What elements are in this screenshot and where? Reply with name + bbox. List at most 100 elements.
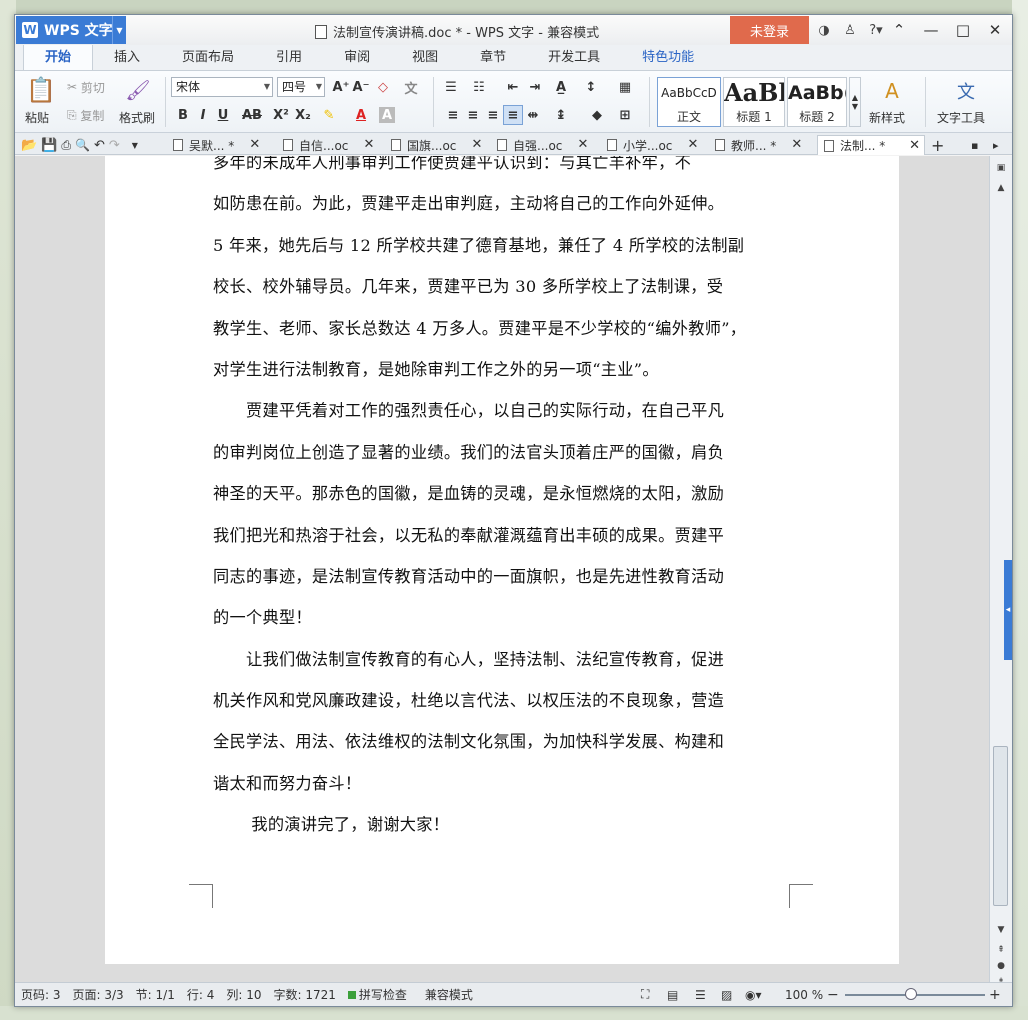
document-line[interactable]: 我们把光和热溶于社会，以无私的奉献灌溉蕴育出丰硕的成果。贾建平 [213, 515, 791, 556]
scroll-down-icon[interactable]: ▼ [990, 922, 1012, 938]
italic-icon[interactable]: I [193, 105, 213, 125]
document-line[interactable]: 机关作风和党风廉政建设，杜绝以言代法、以权压法的不良现象，营造 [213, 680, 791, 721]
increase-indent-icon[interactable]: ⇥ [525, 77, 545, 97]
doc-tab[interactable]: 自信...oc ✕ [283, 135, 374, 155]
zoom-level[interactable]: 100 % [785, 988, 823, 1002]
chinese-layout-icon[interactable]: A̲ [551, 77, 571, 97]
document-line[interactable]: 如防患在前。为此，贾建平走出审判庭，主动将自己的工作向外延伸。 [213, 183, 791, 224]
close-tab-icon[interactable]: ✕ [791, 137, 802, 152]
close-tab-icon[interactable]: ✕ [471, 137, 482, 152]
fullscreen-view-icon[interactable]: ⛶ [641, 987, 649, 1002]
vertical-scrollbar[interactable]: ▣ ▲ ◂ ▼ ⇞ ● ⇟ [989, 156, 1012, 987]
tab-home[interactable]: 开始 [23, 44, 94, 70]
shrink-font-icon[interactable]: A⁻ [351, 77, 371, 97]
justify-icon[interactable]: ≡ [503, 105, 523, 125]
save-icon[interactable]: 💾 [41, 138, 57, 153]
bold-icon[interactable]: B [173, 105, 193, 125]
underline-icon[interactable]: U [213, 105, 233, 125]
doc-tab-active[interactable]: 法制... * ✕ [817, 135, 925, 155]
open-folder-icon[interactable]: 📂 [21, 138, 37, 153]
sort-icon[interactable]: ↕ [581, 77, 601, 97]
shirt-icon[interactable]: ♙ [841, 21, 859, 39]
superscript-icon[interactable]: X² [271, 105, 291, 125]
align-left-icon[interactable]: ≡ [443, 105, 463, 125]
close-tab-icon[interactable]: ✕ [577, 137, 588, 152]
style-heading-1[interactable]: AaBl 标题 1 [723, 77, 785, 127]
document-line[interactable]: 多年的未成年人刑事审判工作使贾建平认识到：与其亡羊补牢，不 [213, 156, 791, 183]
document-page[interactable]: 多年的未成年人刑事审判工作使贾建平认识到：与其亡羊补牢，不 如防患在前。为此，贾建… [105, 156, 899, 964]
status-pages[interactable]: 页面: 3/3 [67, 986, 130, 1003]
format-painter-button[interactable]: 格式刷 [119, 109, 155, 126]
format-painter-icon[interactable]: 🖌 [121, 75, 155, 105]
font-family-select[interactable]: 宋体 ▼ [171, 77, 273, 97]
help-icon[interactable]: ?▾ [867, 21, 885, 39]
doc-tab[interactable]: 自强...oc ✕ [497, 135, 588, 155]
doc-tab[interactable]: 吴默... * ✕ [173, 135, 260, 155]
document-line[interactable]: 5 年来，她先后与 12 所学校共建了德育基地，兼任了 4 所学校的法制副 [213, 225, 791, 266]
app-menu-button[interactable]: W WPS 文字 ▼ [16, 16, 126, 44]
style-normal[interactable]: AaBbCcD 正文 [657, 77, 721, 127]
doc-tab[interactable]: 国旗...oc ✕ [391, 135, 482, 155]
spell-check-toggle[interactable]: 拼写检查 [342, 986, 413, 1003]
page-view-icon[interactable]: ▤ [667, 988, 678, 1002]
document-line[interactable]: 我的演讲完了，谢谢大家！ [213, 804, 791, 845]
tab-chapter[interactable]: 章节 [459, 46, 527, 70]
document-line[interactable]: 的审判岗位上创造了显著的业绩。我们的法官头顶着庄严的国徽，肩负 [213, 432, 791, 473]
maximize-icon[interactable]: □ [950, 19, 976, 41]
tab-developer[interactable]: 开发工具 [527, 46, 621, 70]
paste-button[interactable]: 粘贴 [25, 109, 49, 126]
collapse-ribbon-icon[interactable]: ⌃ [886, 19, 912, 41]
tab-list-icon[interactable]: ▪ [971, 135, 978, 155]
font-size-select[interactable]: 四号 ▼ [277, 77, 325, 97]
close-tab-icon[interactable]: ✕ [363, 137, 374, 152]
zoom-in-icon[interactable]: + [989, 987, 1001, 1003]
new-style-button[interactable]: 新样式 [869, 109, 905, 126]
scroll-settings-icon[interactable]: ▣ [990, 160, 1012, 176]
style-gallery-scroll[interactable]: ▲ ▼ [849, 77, 861, 127]
login-button[interactable]: 未登录 [730, 16, 809, 44]
paste-icon[interactable]: 📋 [23, 75, 59, 105]
close-icon[interactable]: ✕ [982, 19, 1008, 41]
document-line[interactable]: 同志的事迹，是法制宣传教育活动中的一面旗帜，也是先进性教育活动 [213, 556, 791, 597]
document-line[interactable]: 的一个典型！ [213, 597, 791, 638]
document-line[interactable]: 教学生、老师、家长总数达 4 万多人。贾建平是不少学校的“编外教师”， [213, 308, 791, 349]
highlight-icon[interactable]: ✎ [319, 105, 339, 125]
close-tab-icon[interactable]: ✕ [909, 138, 920, 153]
chevron-down-icon[interactable]: ▼ [132, 141, 138, 150]
close-tab-icon[interactable]: ✕ [687, 137, 698, 152]
document-line[interactable]: 贾建平凭着对工作的强烈责任心，以自己的实际行动，在自己平凡 [213, 390, 791, 431]
close-tab-icon[interactable]: ✕ [249, 137, 260, 152]
border-icon[interactable]: ⊞ [615, 105, 635, 125]
skin-icon[interactable]: ◑ [815, 21, 833, 39]
doc-tab[interactable]: 小学...oc ✕ [607, 135, 698, 155]
chevron-down-icon[interactable]: ▼ [112, 16, 126, 44]
distribute-icon[interactable]: ⇹ [523, 105, 543, 125]
align-center-icon[interactable]: ≡ [463, 105, 483, 125]
align-right-icon[interactable]: ≡ [483, 105, 503, 125]
new-tab-icon[interactable]: + [931, 135, 944, 155]
tab-switch-icon[interactable]: ▸ [993, 135, 999, 155]
browse-object-icon[interactable]: ● [990, 958, 1012, 974]
doc-tab[interactable]: 教师... * ✕ [715, 135, 802, 155]
side-panel-toggle-icon[interactable]: ◂ [1004, 560, 1012, 660]
tab-review[interactable]: 审阅 [323, 46, 391, 70]
undo-icon[interactable]: ↶ [94, 138, 105, 153]
zoom-slider-knob[interactable] [905, 988, 917, 1000]
tab-insert[interactable]: 插入 [93, 46, 161, 70]
scroll-up-icon[interactable]: ▲ [990, 180, 1012, 196]
decrease-indent-icon[interactable]: ⇤ [503, 77, 523, 97]
print-preview-icon[interactable]: 🔍 [75, 138, 90, 152]
line-spacing-icon[interactable]: ↨ [551, 105, 571, 125]
numbering-icon[interactable]: ☷ [469, 77, 489, 97]
text-tools-icon[interactable]: 文 [949, 77, 983, 105]
style-heading-2[interactable]: AaBb( 标题 2 [787, 77, 847, 127]
tab-view[interactable]: 视图 [391, 46, 459, 70]
new-style-icon[interactable]: A [875, 77, 909, 105]
text-tools-button[interactable]: 文字工具 [937, 109, 985, 126]
cut-button[interactable]: ✂ 剪切 [67, 77, 105, 97]
web-view-icon[interactable]: ▨ [721, 988, 732, 1002]
document-line[interactable]: 让我们做法制宣传教育的有心人，坚持法制、法纪宣传教育，促进 [213, 639, 791, 680]
shading-icon[interactable]: ◆ [587, 105, 607, 125]
outline-view-icon[interactable]: ☰ [695, 988, 706, 1002]
document-line[interactable]: 谐太和而努力奋斗！ [213, 763, 791, 804]
